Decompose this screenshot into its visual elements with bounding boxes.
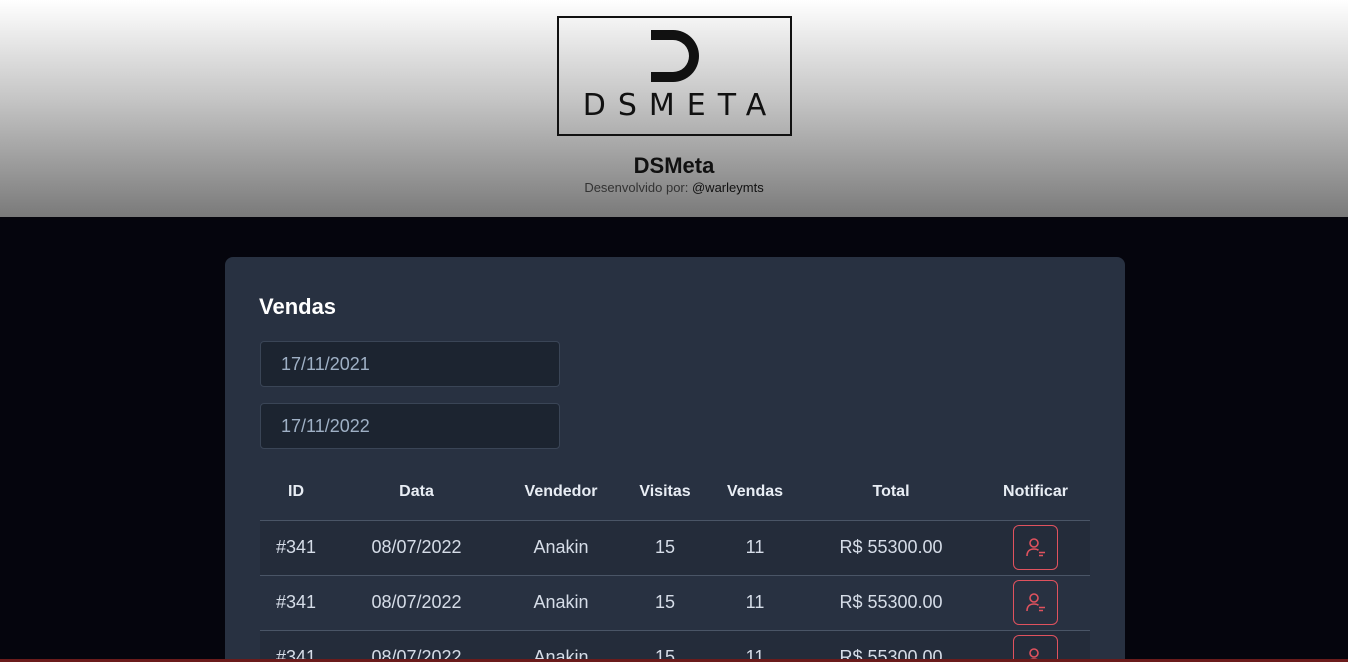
sales-title: Vendas (259, 294, 337, 319)
sales-card: Vendas ID Data Vendedor Visitas Vendas T… (225, 257, 1125, 662)
cell-deals: 11 (709, 630, 801, 662)
logo-wordmark: DSMETA (582, 88, 779, 123)
notify-button[interactable] (1013, 635, 1058, 662)
cell-visits: 15 (621, 520, 709, 576)
cell-id: #341 (260, 575, 332, 631)
cell-notify (981, 630, 1090, 662)
column-header-deals: Vendas (709, 465, 801, 521)
cell-total: R$ 55300.00 (801, 520, 981, 576)
cell-visits: 15 (621, 575, 709, 631)
cell-notify (981, 520, 1090, 576)
column-header-seller: Vendedor (501, 465, 621, 521)
table-header-row: ID Data Vendedor Visitas Vendas Total No… (260, 465, 1090, 521)
notify-button[interactable] (1013, 525, 1058, 570)
column-header-total: Total (801, 465, 981, 521)
cell-seller: Anakin (501, 575, 621, 631)
min-date-input[interactable] (260, 341, 560, 387)
subtitle-prefix: Desenvolvido por: (584, 180, 692, 195)
cell-deals: 11 (709, 520, 801, 576)
app-title: DSMeta (633, 153, 715, 178)
cell-id: #341 (260, 520, 332, 576)
user-notify-icon (1025, 592, 1045, 611)
app-subtitle: Desenvolvido por: @warleymts (0, 180, 1348, 195)
cell-total: R$ 55300.00 (801, 630, 981, 662)
sales-table: ID Data Vendedor Visitas Vendas Total No… (260, 465, 1090, 662)
table-row: #341 08/07/2022 Anakin 15 11 R$ 55300.00 (260, 630, 1090, 662)
notify-button[interactable] (1013, 580, 1058, 625)
column-header-date: Data (332, 465, 501, 521)
table-row: #341 08/07/2022 Anakin 15 11 R$ 55300.00 (260, 575, 1090, 631)
max-date-input[interactable] (260, 403, 560, 449)
author-handle: @warleymts (691, 180, 764, 195)
logo-d-mark-icon (651, 30, 699, 82)
app-header: DSMETA DSMeta Desenvolvido por: @warleym… (0, 0, 1348, 217)
user-notify-icon (1025, 537, 1045, 556)
cell-seller: Anakin (501, 520, 621, 576)
cell-seller: Anakin (501, 630, 621, 662)
cell-total: R$ 55300.00 (801, 575, 981, 631)
cell-date: 08/07/2022 (332, 630, 501, 662)
cell-visits: 15 (621, 630, 709, 662)
cell-notify (981, 575, 1090, 631)
cell-id: #341 (260, 630, 332, 662)
dsmeta-logo: DSMETA (557, 16, 792, 136)
cell-deals: 11 (709, 575, 801, 631)
column-header-notify: Notificar (981, 465, 1090, 521)
column-header-id: ID (260, 465, 332, 521)
column-header-visits: Visitas (621, 465, 709, 521)
cell-date: 08/07/2022 (332, 520, 501, 576)
table-row: #341 08/07/2022 Anakin 15 11 R$ 55300.00 (260, 520, 1090, 576)
cell-date: 08/07/2022 (332, 575, 501, 631)
